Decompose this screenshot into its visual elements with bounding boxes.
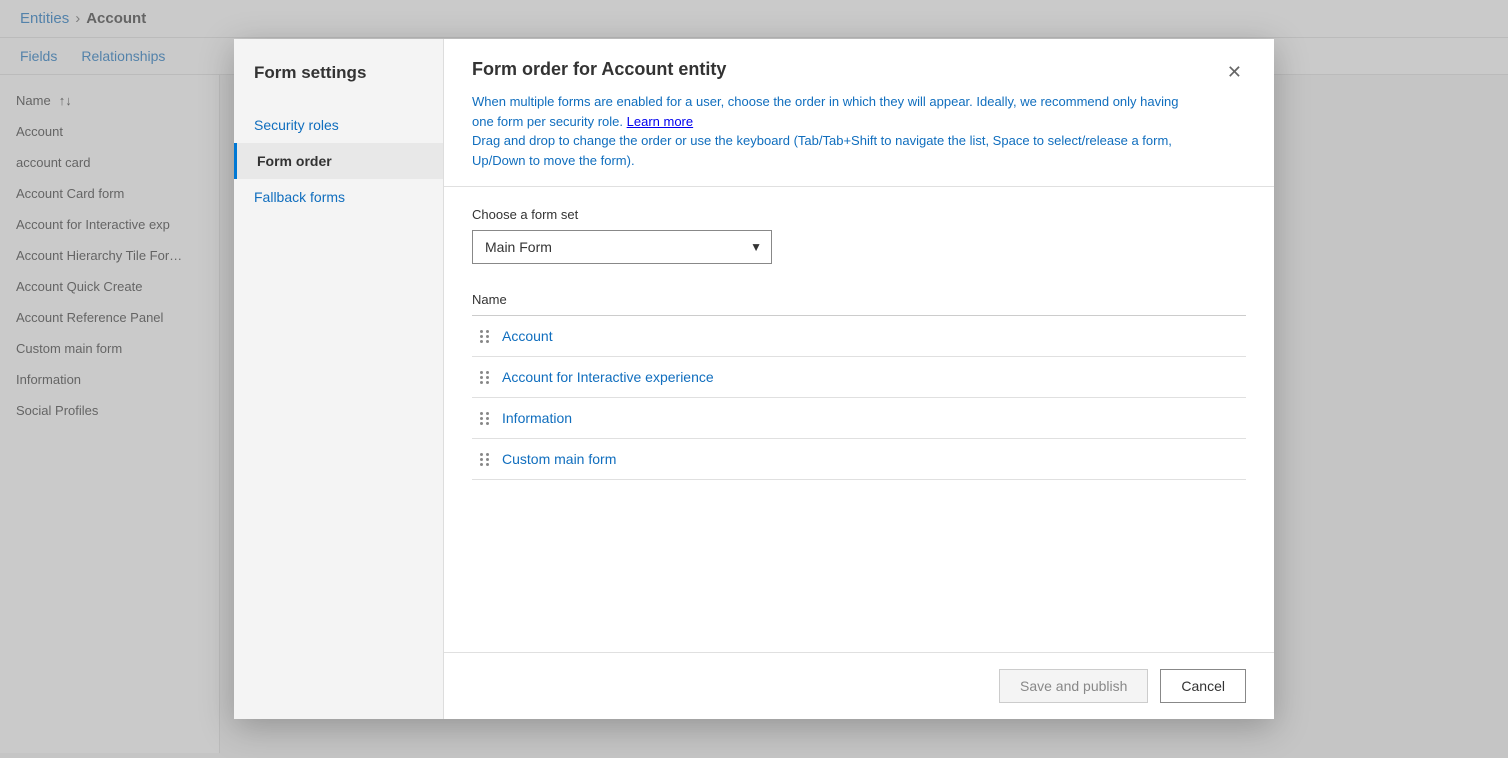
desc-text-1: When multiple forms are enabled for a us… — [472, 94, 1178, 129]
desc-text-2: Drag and drop to change the order or use… — [472, 133, 1044, 148]
modal-right-panel: Form order for Account entity When multi… — [444, 39, 1274, 719]
drag-handle-interactive[interactable] — [480, 371, 490, 384]
nav-form-order[interactable]: Form order — [234, 143, 443, 179]
nav-fallback-forms[interactable]: Fallback forms — [234, 179, 443, 215]
form-list-header: Name — [472, 284, 1246, 316]
drag-handle-information[interactable] — [480, 412, 490, 425]
move-label: move the form). — [544, 153, 635, 168]
drag-handle-account[interactable] — [480, 330, 490, 343]
choose-form-set-label: Choose a form set — [472, 207, 1246, 222]
list-item[interactable]: Account — [472, 316, 1246, 357]
modal-footer: Save and publish Cancel — [444, 652, 1274, 719]
form-item-custom-main: Custom main form — [502, 451, 616, 467]
modal-left-title: Form settings — [234, 63, 443, 107]
form-item-information: Information — [502, 410, 572, 426]
list-item[interactable]: Account for Interactive experience — [472, 357, 1246, 398]
form-item-account: Account — [502, 328, 553, 344]
modal-title: Form order for Account entity — [472, 59, 1192, 80]
modal-body: Choose a form set Main Form ▼ Name — [444, 187, 1274, 652]
cancel-button[interactable]: Cancel — [1160, 669, 1246, 703]
list-item[interactable]: Custom main form — [472, 439, 1246, 480]
save-and-publish-button[interactable]: Save and publish — [999, 669, 1148, 703]
form-settings-modal: Form settings Security roles Form order … — [234, 39, 1274, 719]
modal-header: Form order for Account entity When multi… — [444, 39, 1274, 187]
list-item[interactable]: Information — [472, 398, 1246, 439]
modal-left-panel: Form settings Security roles Form order … — [234, 39, 444, 719]
nav-security-roles[interactable]: Security roles — [234, 107, 443, 143]
drag-handle-custom[interactable] — [480, 453, 490, 466]
modal-overlay: Form settings Security roles Form order … — [0, 0, 1508, 758]
form-set-dropdown[interactable]: Main Form — [472, 230, 772, 264]
modal-description: When multiple forms are enabled for a us… — [472, 92, 1192, 170]
form-set-dropdown-container: Main Form ▼ — [472, 230, 772, 264]
close-button[interactable]: ✕ — [1223, 59, 1246, 85]
form-item-interactive: Account for Interactive experience — [502, 369, 714, 385]
learn-more-link[interactable]: Learn more — [627, 114, 693, 129]
